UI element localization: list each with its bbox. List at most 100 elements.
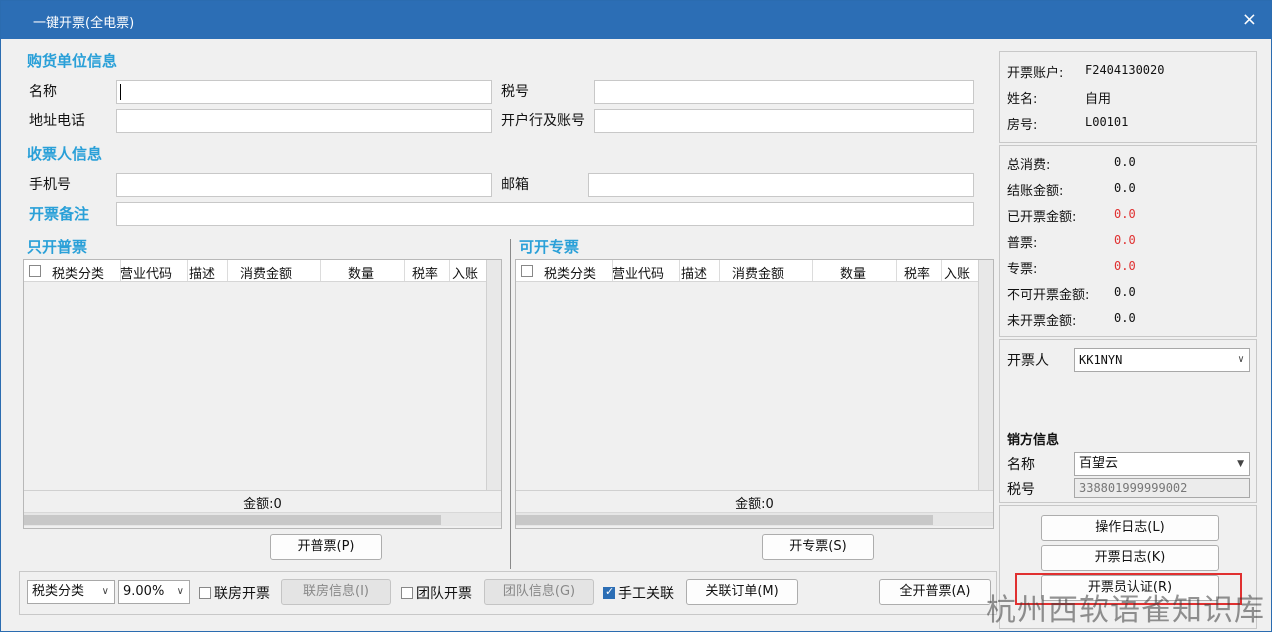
col-separator bbox=[449, 260, 450, 281]
col-qty[interactable]: 数量 bbox=[840, 263, 866, 281]
close-icon[interactable]: × bbox=[1242, 9, 1257, 30]
uninv-value: 0.0 bbox=[1114, 311, 1136, 325]
uninv-label: 未开票金额: bbox=[1007, 314, 1077, 329]
col-amount[interactable]: 消费金额 bbox=[240, 263, 292, 281]
issuer-seller-panel: 开票人 KK1NYN ∨ 销方信息 名称 百望云 ▼ 税号 338801999999… bbox=[999, 339, 1257, 503]
buyer-name-label: 名称 bbox=[29, 84, 57, 100]
vertical-scrollbar[interactable] bbox=[978, 260, 993, 491]
col-biz-code[interactable]: 营业代码 bbox=[612, 263, 664, 281]
guest-name-label: 姓名: bbox=[1007, 92, 1038, 107]
guest-name-value: 自用 bbox=[1085, 92, 1112, 107]
remark-input[interactable] bbox=[116, 202, 974, 226]
grid-header: 税类分类 营业代码 描述 消费金额 数量 税率 入账 bbox=[24, 260, 486, 282]
group-info-button[interactable]: 团队信息(G) bbox=[484, 579, 594, 605]
room-label: 房号: bbox=[1007, 118, 1038, 133]
scroll-thumb[interactable] bbox=[516, 515, 933, 525]
title-bar[interactable]: 一键开票(全电票) × bbox=[1, 1, 1271, 39]
seller-name-select[interactable]: 百望云 ▼ bbox=[1074, 452, 1250, 476]
account-panel: 开票账户: F2404130020 姓名: 自用 房号: L00101 bbox=[999, 51, 1257, 143]
scroll-thumb[interactable] bbox=[24, 515, 441, 525]
account-label: 开票账户: bbox=[1007, 66, 1064, 81]
special-grid-title: 可开专票 bbox=[519, 238, 580, 256]
normal-value: 0.0 bbox=[1114, 233, 1136, 247]
col-separator bbox=[941, 260, 942, 281]
uninv-row: 未开票金额: 0.0 bbox=[1007, 310, 1136, 329]
col-posted[interactable]: 入账 bbox=[452, 263, 478, 281]
col-separator bbox=[679, 260, 680, 281]
invoice-log-button[interactable]: 开票日志(K) bbox=[1041, 545, 1219, 571]
buyer-section-title: 购货单位信息 bbox=[27, 52, 118, 70]
grid-total: 金额:0 bbox=[516, 490, 993, 512]
buyer-name-input[interactable] bbox=[116, 80, 492, 104]
grid-divider bbox=[510, 239, 511, 569]
guest-name-row: 姓名: 自用 bbox=[1007, 88, 1111, 107]
buyer-tax-label: 税号 bbox=[501, 84, 529, 100]
col-desc[interactable]: 描述 bbox=[681, 263, 707, 281]
room-invoice-checkbox[interactable] bbox=[199, 587, 211, 599]
seller-name-value: 百望云 bbox=[1079, 456, 1119, 471]
group-invoice-checkbox[interactable] bbox=[401, 587, 413, 599]
room-info-button[interactable]: 联房信息(I) bbox=[281, 579, 391, 605]
col-desc[interactable]: 描述 bbox=[189, 263, 215, 281]
seller-tax-field: 338801999999002 bbox=[1074, 478, 1250, 498]
noinv-row: 不可开票金额: 0.0 bbox=[1007, 284, 1136, 303]
link-order-button[interactable]: 关联订单(M) bbox=[686, 579, 798, 605]
noinv-label: 不可开票金额: bbox=[1007, 288, 1090, 303]
manual-link-checkbox[interactable] bbox=[603, 585, 615, 599]
phone-input[interactable] bbox=[116, 173, 492, 197]
total-row: 总消费: 0.0 bbox=[1007, 154, 1136, 173]
issue-normal-button[interactable]: 开普票(P) bbox=[270, 534, 382, 560]
col-separator bbox=[812, 260, 813, 281]
col-separator bbox=[227, 260, 228, 281]
col-separator bbox=[320, 260, 321, 281]
issue-all-normal-button[interactable]: 全开普票(A) bbox=[879, 579, 991, 605]
buyer-bank-input[interactable] bbox=[594, 109, 974, 133]
buyer-tax-input[interactable] bbox=[594, 80, 974, 104]
col-separator bbox=[187, 260, 188, 281]
tax-rate-select[interactable]: 9.00% ∨ bbox=[118, 580, 190, 604]
select-all-checkbox[interactable] bbox=[29, 265, 41, 277]
col-tax-class[interactable]: 税类分类 bbox=[52, 263, 104, 281]
col-posted[interactable]: 入账 bbox=[944, 263, 970, 281]
total-label: 总消费: bbox=[1007, 158, 1051, 173]
tax-rate-value: 9.00% bbox=[123, 584, 165, 599]
col-amount[interactable]: 消费金额 bbox=[732, 263, 784, 281]
issuer-select[interactable]: KK1NYN ∨ bbox=[1074, 348, 1250, 372]
horizontal-scrollbar[interactable] bbox=[516, 512, 993, 526]
remark-label: 开票备注 bbox=[29, 205, 90, 223]
col-qty[interactable]: 数量 bbox=[348, 263, 374, 281]
horizontal-scrollbar[interactable] bbox=[24, 512, 501, 526]
issuer-value: KK1NYN bbox=[1079, 353, 1123, 367]
email-input[interactable] bbox=[588, 173, 974, 197]
special-label: 专票: bbox=[1007, 262, 1038, 277]
col-separator bbox=[404, 260, 405, 281]
vertical-scrollbar[interactable] bbox=[486, 260, 501, 491]
receiver-section-title: 收票人信息 bbox=[27, 145, 103, 163]
bottom-toolbar: 税类分类 ∨ 9.00% ∨ 联房开票 联房信息(I) 团队开票 团队信息(G) 手… bbox=[19, 571, 997, 615]
text-caret bbox=[120, 84, 121, 100]
invoice-dialog: 一键开票(全电票) × 购货单位信息 名称 税号 地址电话 开户行及账号 收票人… bbox=[0, 0, 1272, 632]
special-row: 专票: 0.0 bbox=[1007, 258, 1136, 277]
tax-class-value: 税类分类 bbox=[32, 584, 85, 599]
chevron-down-icon: ∨ bbox=[101, 586, 109, 597]
normal-row: 普票: 0.0 bbox=[1007, 232, 1136, 251]
caret-down-icon: ▼ bbox=[1237, 459, 1244, 469]
normal-grid-title: 只开普票 bbox=[27, 238, 88, 256]
special-value: 0.0 bbox=[1114, 259, 1136, 273]
amounts-panel: 总消费: 0.0 结账金额: 0.0 已开票金额: 0.0 普票: 0.0 专票: 0.0… bbox=[999, 145, 1257, 337]
normal-invoice-grid[interactable]: 税类分类 营业代码 描述 消费金额 数量 税率 入账 金额:0 bbox=[23, 259, 502, 529]
select-all-checkbox[interactable] bbox=[521, 265, 533, 277]
seller-name-label: 名称 bbox=[1007, 457, 1035, 473]
col-biz-code[interactable]: 营业代码 bbox=[120, 263, 172, 281]
col-rate[interactable]: 税率 bbox=[904, 263, 930, 281]
col-tax-class[interactable]: 税类分类 bbox=[544, 263, 596, 281]
issuer-label: 开票人 bbox=[1007, 353, 1049, 369]
special-invoice-grid[interactable]: 税类分类 营业代码 描述 消费金额 数量 税率 入账 金额:0 bbox=[515, 259, 994, 529]
operation-log-button[interactable]: 操作日志(L) bbox=[1041, 515, 1219, 541]
settle-value: 0.0 bbox=[1114, 181, 1136, 195]
col-rate[interactable]: 税率 bbox=[412, 263, 438, 281]
buyer-addr-input[interactable] bbox=[116, 109, 492, 133]
tax-class-select[interactable]: 税类分类 ∨ bbox=[27, 580, 115, 604]
normal-label: 普票: bbox=[1007, 236, 1038, 251]
issue-special-button[interactable]: 开专票(S) bbox=[762, 534, 874, 560]
